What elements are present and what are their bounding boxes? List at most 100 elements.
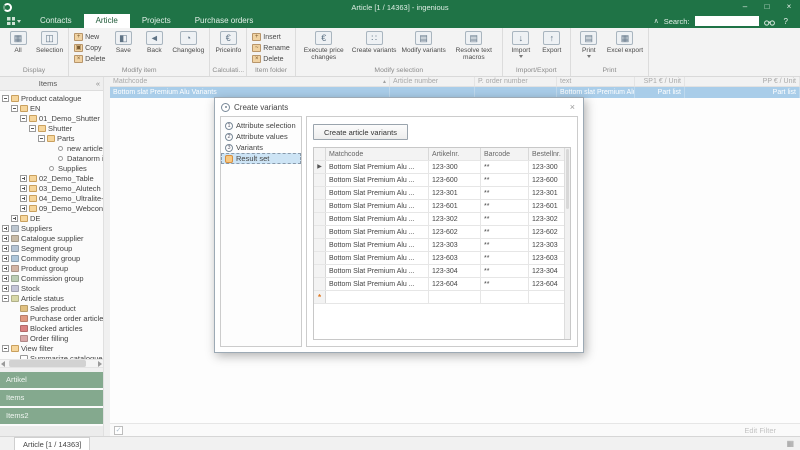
tree-item[interactable]: new articles <box>0 143 103 153</box>
tree-item[interactable]: Datanorm import <box>0 153 103 163</box>
variant-row[interactable]: ▶ Bottom Slat Premium Alu ... 123-300 **… <box>314 161 570 174</box>
tree-item[interactable]: Article status <box>0 293 103 303</box>
new-button[interactable]: + New <box>72 32 107 42</box>
tree-item[interactable]: 04_Demo_Ultralite-Doors <box>0 193 103 203</box>
tree-expander[interactable] <box>2 245 9 252</box>
tree-item[interactable]: Product group <box>0 263 103 273</box>
variant-row[interactable]: Bottom Slat Premium Alu ... 123-601 ** 1… <box>314 200 570 213</box>
resolve-text-macros-button[interactable]: ▤ Resolve text macros <box>449 29 499 66</box>
tree-expander[interactable] <box>2 295 9 302</box>
tree-item[interactable]: 02_Demo_Table <box>0 173 103 183</box>
priceinfo-button[interactable]: € Priceinfo <box>213 29 243 66</box>
grid-view-icon[interactable]: ▦ <box>786 437 800 450</box>
help-button[interactable]: ? <box>780 17 792 26</box>
tree-expander[interactable] <box>2 95 9 102</box>
scrollbar-thumb[interactable] <box>9 360 86 367</box>
tree-expander[interactable] <box>20 115 27 122</box>
copy-button[interactable]: ▣ Copy <box>72 43 107 53</box>
column-header-article-number[interactable]: Article number <box>390 77 475 86</box>
tree-item[interactable]: Shutter <box>0 123 103 133</box>
tree-expander[interactable] <box>2 345 9 352</box>
column-header-p-order-number[interactable]: P. order number <box>475 77 557 86</box>
tree-item[interactable]: Sales product <box>0 303 103 313</box>
tree-expander[interactable] <box>2 255 9 262</box>
status-tab-article[interactable]: Article [1 / 14363] <box>14 437 90 450</box>
insert-folder-button[interactable]: + Insert <box>250 32 291 42</box>
tree-expander[interactable] <box>20 175 27 182</box>
variant-row[interactable]: Bottom Slat Premium Alu ... 123-604 ** 1… <box>314 278 570 291</box>
tree-expander[interactable] <box>20 185 27 192</box>
all-button[interactable]: ▦ All <box>3 29 33 66</box>
app-menu-button[interactable] <box>0 14 28 28</box>
tree-expander[interactable] <box>2 285 9 292</box>
tree-expander[interactable] <box>2 225 9 232</box>
tree-expander[interactable] <box>11 105 18 112</box>
changelog-button[interactable]: ◔ Changelog <box>170 29 206 66</box>
dialog-close-button[interactable]: × <box>568 102 577 112</box>
wizard-step[interactable]: 3 Variants <box>221 142 301 153</box>
menu-tab[interactable]: Purchase orders <box>183 14 266 28</box>
create-article-variants-button[interactable]: Create article variants <box>313 124 408 140</box>
tree-expander[interactable] <box>11 215 18 222</box>
filter-checkbox[interactable]: ✓ <box>114 426 123 435</box>
tree-expander[interactable] <box>2 275 9 282</box>
tree-item[interactable]: 01_Demo_Shutter <box>0 113 103 123</box>
column-header-matchcode[interactable]: Matchcode ▲ <box>110 77 390 86</box>
tree-expander[interactable] <box>20 195 27 202</box>
tree-item[interactable]: 03_Demo_Alutech <box>0 183 103 193</box>
export-button[interactable]: ↑ Export <box>537 29 567 66</box>
col-artikelnr[interactable]: Artikelnr. <box>429 148 481 160</box>
tree-item[interactable]: Segment group <box>0 243 103 253</box>
delete-folder-button[interactable]: × Delete <box>250 54 291 64</box>
tree-item[interactable]: Product catalogue <box>0 93 103 103</box>
sidebar-h-scrollbar[interactable] <box>0 359 103 368</box>
scrollbar-track[interactable] <box>7 360 96 367</box>
variant-row[interactable]: Bottom Slat Premium Alu ... 123-303 ** 1… <box>314 239 570 252</box>
tree-item[interactable]: Catalogue supplier <box>0 233 103 243</box>
tree-expander[interactable] <box>2 265 9 272</box>
edit-filter-button[interactable]: Edit Filter <box>744 426 796 435</box>
tree-item[interactable]: Commodity group <box>0 253 103 263</box>
tree-item[interactable]: 09_Demo_Webcontrols <box>0 203 103 213</box>
search-input[interactable] <box>695 16 759 26</box>
scroll-right-icon[interactable] <box>98 361 102 367</box>
variant-row[interactable]: Bottom Slat Premium Alu ... 123-301 ** 1… <box>314 187 570 200</box>
tree-expander[interactable] <box>20 205 27 212</box>
tree-expander[interactable] <box>29 125 36 132</box>
tree-item[interactable]: Purchase order article <box>0 313 103 323</box>
variant-row[interactable]: Bottom Slat Premium Alu ... 123-602 ** 1… <box>314 226 570 239</box>
excel-export-button[interactable]: ▦ Excel export <box>605 29 645 66</box>
binoculars-icon[interactable] <box>764 17 775 26</box>
close-button[interactable]: × <box>778 0 800 14</box>
variant-row[interactable]: Bottom Slat Premium Alu ... 123-600 ** 1… <box>314 174 570 187</box>
scrollbar-thumb[interactable] <box>566 149 569 209</box>
menu-tab[interactable]: Article <box>84 14 130 28</box>
tree-item[interactable]: View filter <box>0 343 103 353</box>
menu-tab[interactable]: Projects <box>130 14 183 28</box>
maximize-button[interactable]: □ <box>756 0 778 14</box>
tree-item[interactable]: Suppliers <box>0 223 103 233</box>
tree-item[interactable]: Commission group <box>0 273 103 283</box>
selection-button[interactable]: ◫ Selection <box>34 29 65 66</box>
col-barcode[interactable]: Barcode <box>481 148 529 160</box>
tree-item[interactable]: Order filling <box>0 333 103 343</box>
scroll-left-icon[interactable] <box>1 361 5 367</box>
variants-table-scrollbar[interactable] <box>564 148 570 339</box>
tree-item[interactable]: Supplies <box>0 163 103 173</box>
wizard-step[interactable]: 1 Attribute selection <box>221 120 301 131</box>
menu-tab[interactable]: Contacts <box>28 14 84 28</box>
tree-item[interactable]: Parts <box>0 133 103 143</box>
tree-expander[interactable] <box>2 235 9 242</box>
execute-price-changes-button[interactable]: € Execute price changes <box>299 29 349 66</box>
import-button[interactable]: ↓ Import <box>506 29 536 66</box>
tree-item[interactable]: Stock <box>0 283 103 293</box>
variant-row[interactable]: Bottom Slat Premium Alu ... 123-302 ** 1… <box>314 213 570 226</box>
tree-item[interactable]: EN <box>0 103 103 113</box>
modify-variants-button[interactable]: ▤ Modify variants <box>399 29 447 66</box>
sidebar-collapse-button[interactable]: « <box>96 79 103 88</box>
save-button[interactable]: ◧ Save <box>108 29 138 66</box>
wizard-step[interactable]: 2 Attribute values <box>221 131 301 142</box>
delete-item-button[interactable]: × Delete <box>72 54 107 64</box>
tree-expander[interactable] <box>38 135 45 142</box>
view-button[interactable]: Artikel <box>0 372 103 388</box>
